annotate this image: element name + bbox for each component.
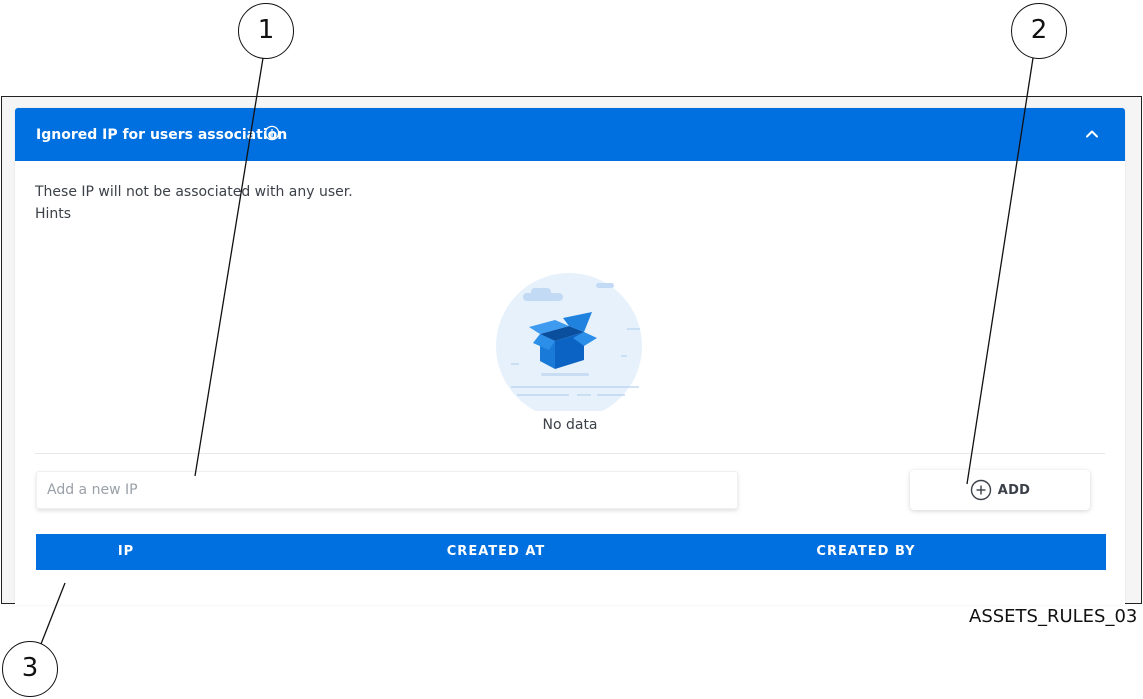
new-ip-input[interactable] xyxy=(36,471,738,509)
section-divider xyxy=(35,453,1105,454)
callout-1: 1 xyxy=(238,3,294,59)
ignored-ip-panel: Ignored IP for users association These I… xyxy=(15,108,1125,605)
empty-box-illustration xyxy=(496,273,642,411)
column-header-created-by[interactable]: CREATED BY xyxy=(726,534,1006,570)
chevron-up-icon[interactable] xyxy=(1083,125,1101,143)
panel-header[interactable]: Ignored IP for users association xyxy=(15,108,1125,161)
column-header-ip[interactable]: IP xyxy=(36,534,216,570)
callout-3: 3 xyxy=(2,641,58,697)
screenshot-frame: Ignored IP for users association These I… xyxy=(1,96,1142,605)
empty-state-text: No data xyxy=(542,417,598,433)
hints-link[interactable]: Hints xyxy=(35,206,71,222)
panel-description: These IP will not be associated with any… xyxy=(35,184,353,200)
plus-circle-icon xyxy=(970,479,991,501)
column-header-created-at[interactable]: CREATED AT xyxy=(356,534,636,570)
add-button-label: ADD xyxy=(997,482,1031,498)
annotated-screenshot: Ignored IP for users association These I… xyxy=(0,0,1143,699)
ip-table-header: IP CREATED AT CREATED BY xyxy=(36,534,1106,570)
info-icon[interactable] xyxy=(264,125,280,141)
panel-title: Ignored IP for users association xyxy=(36,127,288,143)
figure-caption: ASSETS_RULES_03 xyxy=(969,606,1138,627)
add-ip-button[interactable]: ADD xyxy=(910,470,1090,510)
callout-2: 2 xyxy=(1011,3,1067,59)
